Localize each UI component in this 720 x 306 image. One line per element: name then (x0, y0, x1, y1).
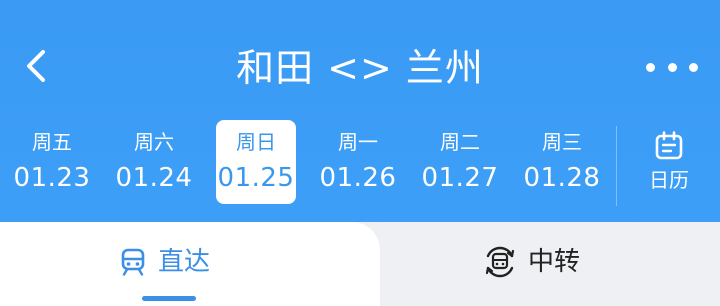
date-weekday: 周二 (440, 130, 480, 154)
calendar-label: 日历 (649, 168, 689, 192)
tab-transfer[interactable]: 中转 (482, 240, 580, 284)
date-item[interactable]: 周五 01.23 (12, 120, 92, 204)
more-button[interactable] (646, 50, 698, 84)
date-weekday: 周五 (32, 130, 72, 154)
date-weekday: 周日 (236, 130, 276, 154)
date-item[interactable]: 周一 01.26 (318, 120, 398, 204)
train-search-screen: 和田 <> 兰州 周五 01.23 周六 01.24 周日 01.25 周一 0… (0, 0, 720, 306)
date-item[interactable]: 周六 01.24 (114, 120, 194, 204)
tab-direct-label: 直达 (158, 247, 211, 277)
more-dots-icon (667, 62, 677, 72)
date-value: 01.24 (115, 163, 193, 193)
calendar-icon (655, 131, 683, 160)
train-icon (121, 248, 145, 276)
result-tabbar: 直达 中转 (0, 222, 720, 306)
page-title: 和田 <> 兰州 (236, 46, 484, 90)
date-value: 01.27 (421, 163, 499, 193)
date-weekday: 周六 (134, 130, 174, 154)
date-strip: 周五 01.23 周六 01.24 周日 01.25 周一 01.26 周二 0… (0, 120, 612, 204)
back-button[interactable] (14, 44, 58, 88)
date-value: 01.25 (217, 163, 295, 193)
header-area: 和田 <> 兰州 周五 01.23 周六 01.24 周日 01.25 周一 0… (0, 0, 720, 240)
date-item-selected[interactable]: 周日 01.25 (216, 120, 296, 204)
date-weekday: 周三 (542, 130, 582, 154)
tab-transfer-label: 中转 (528, 247, 581, 277)
transfer-train-icon (485, 246, 515, 278)
date-item[interactable]: 周三 01.28 (522, 120, 602, 204)
date-strip-divider (616, 126, 617, 206)
date-weekday: 周一 (338, 130, 378, 154)
date-value: 01.26 (319, 163, 397, 193)
calendar-button[interactable]: 日历 (630, 126, 708, 206)
date-item[interactable]: 周二 01.27 (420, 120, 500, 204)
more-dots-icon (646, 62, 655, 72)
date-value: 01.23 (13, 163, 91, 193)
tab-direct[interactable]: 直达 (118, 240, 210, 284)
active-tab-indicator (142, 296, 196, 301)
chevron-left-icon (27, 50, 45, 82)
date-value: 01.28 (523, 163, 601, 193)
more-dots-icon (689, 62, 698, 72)
